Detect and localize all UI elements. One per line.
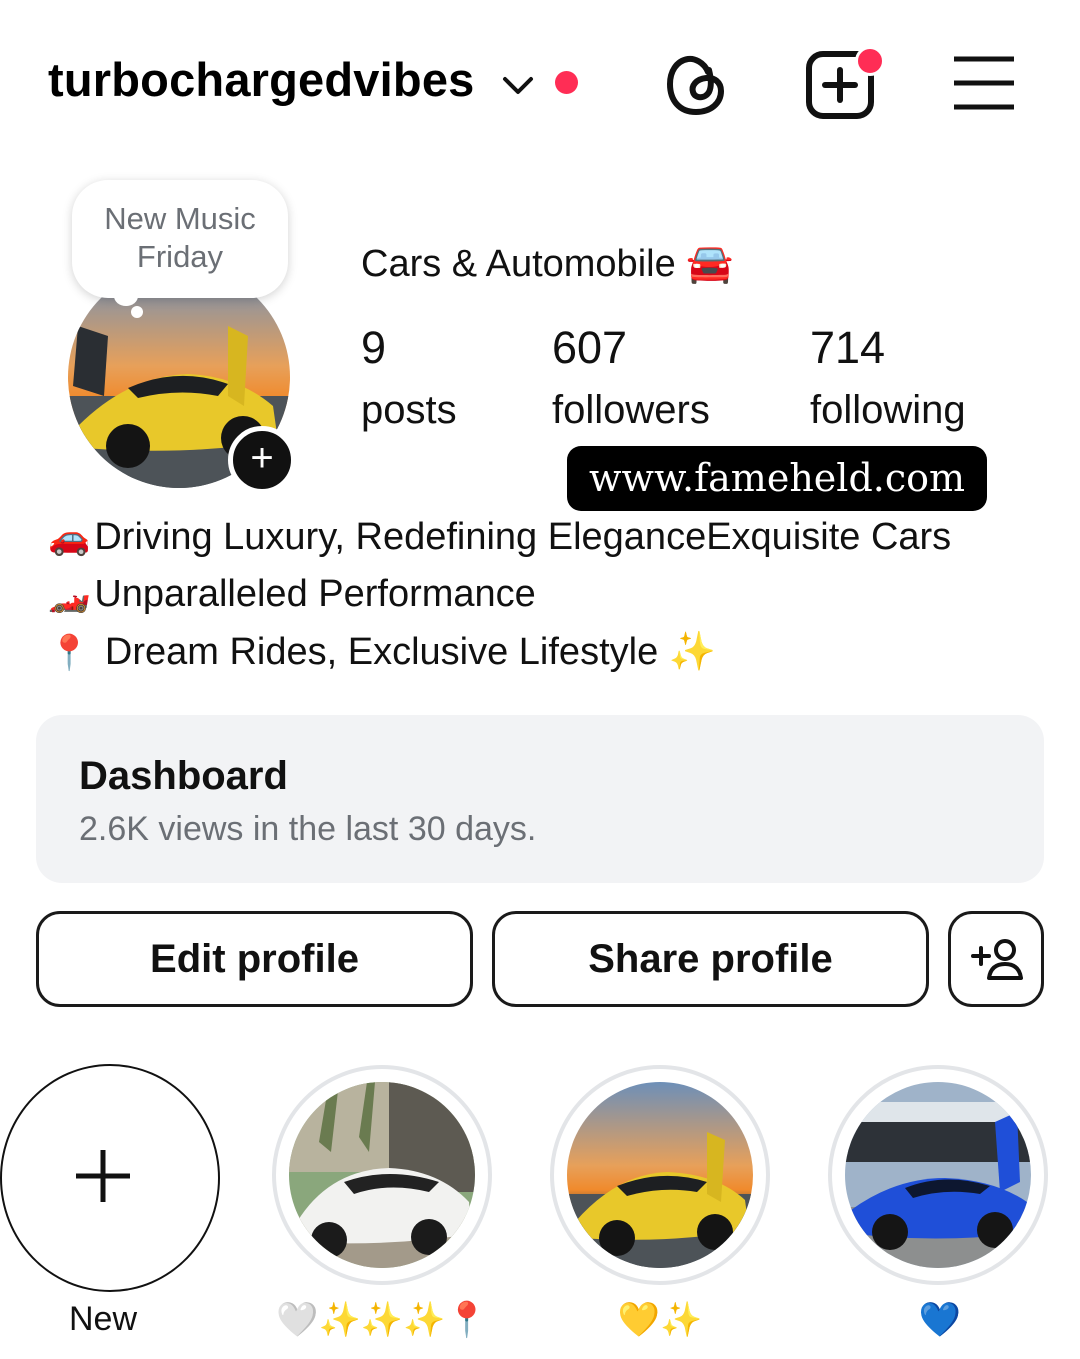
- highlight-white-car[interactable]: [289, 1082, 475, 1268]
- posts-label[interactable]: posts: [361, 388, 457, 433]
- highlight-label: 💙: [918, 1301, 962, 1339]
- chevron-down-icon[interactable]: [500, 70, 536, 100]
- note-line-1: New Music: [104, 201, 256, 236]
- car-emoji: 🚗: [48, 519, 91, 557]
- dashboard-subtitle: 2.6K views in the last 30 days.: [79, 810, 537, 848]
- menu-icon[interactable]: [952, 55, 1016, 111]
- add-person-icon: [971, 939, 1023, 980]
- discover-people-button[interactable]: [948, 911, 1044, 1007]
- profile-category: Cars & Automobile 🚘: [361, 243, 734, 285]
- followers-count[interactable]: 607: [552, 322, 627, 374]
- following-label[interactable]: following: [810, 388, 966, 433]
- highlight-image: [845, 1082, 1031, 1268]
- dashboard-title: Dashboard: [79, 754, 288, 798]
- dashboard-card[interactable]: [36, 715, 1044, 883]
- highlight-blue-car[interactable]: [845, 1082, 1031, 1268]
- note-line-2: Friday: [136, 239, 224, 274]
- highlight-label: 🤍✨✨✨📍: [276, 1301, 488, 1339]
- bio-line-3-text: Dream Rides, Exclusive Lifestyle ✨: [94, 631, 717, 673]
- notification-dot: [555, 71, 578, 94]
- watermark-banner: www.fameheld.com: [567, 446, 987, 511]
- share-profile-button[interactable]: Share profile: [492, 911, 929, 1007]
- bio-line-2: 🏎️ Unparalleled Performance: [48, 573, 536, 616]
- bio-line-1: 🚗 Driving Luxury, Redefining EleganceExqu…: [48, 516, 951, 559]
- pin-emoji: 📍: [48, 634, 91, 672]
- edit-profile-button[interactable]: Edit profile: [36, 911, 473, 1007]
- posts-count[interactable]: 9: [361, 322, 386, 374]
- highlight-image: [289, 1082, 475, 1268]
- note-bubble-tail: [114, 286, 138, 306]
- followers-label[interactable]: followers: [552, 388, 710, 433]
- highlight-label: New: [68, 1300, 138, 1338]
- note-bubble[interactable]: New Music Friday: [72, 180, 288, 298]
- following-count[interactable]: 714: [810, 322, 885, 374]
- highlight-yellow-car[interactable]: [567, 1082, 753, 1268]
- race-car-emoji: 🏎️: [48, 576, 91, 614]
- highlight-label: 💛✨: [617, 1301, 703, 1339]
- threads-icon[interactable]: [664, 50, 728, 118]
- bio-line-1-text: Driving Luxury, Redefining EleganceExqui…: [94, 516, 952, 558]
- bio-line-2-text: Unparalleled Performance: [94, 573, 536, 615]
- note-bubble-tail-dot: [131, 306, 143, 318]
- highlight-image: [567, 1082, 753, 1268]
- bio-line-3: 📍 Dream Rides, Exclusive Lifestyle ✨: [48, 630, 716, 674]
- new-post-notification-dot: [855, 46, 885, 76]
- add-story-button[interactable]: +: [228, 426, 296, 494]
- plus-icon: [76, 1150, 130, 1202]
- profile-username[interactable]: turbochargedvibes: [48, 52, 475, 107]
